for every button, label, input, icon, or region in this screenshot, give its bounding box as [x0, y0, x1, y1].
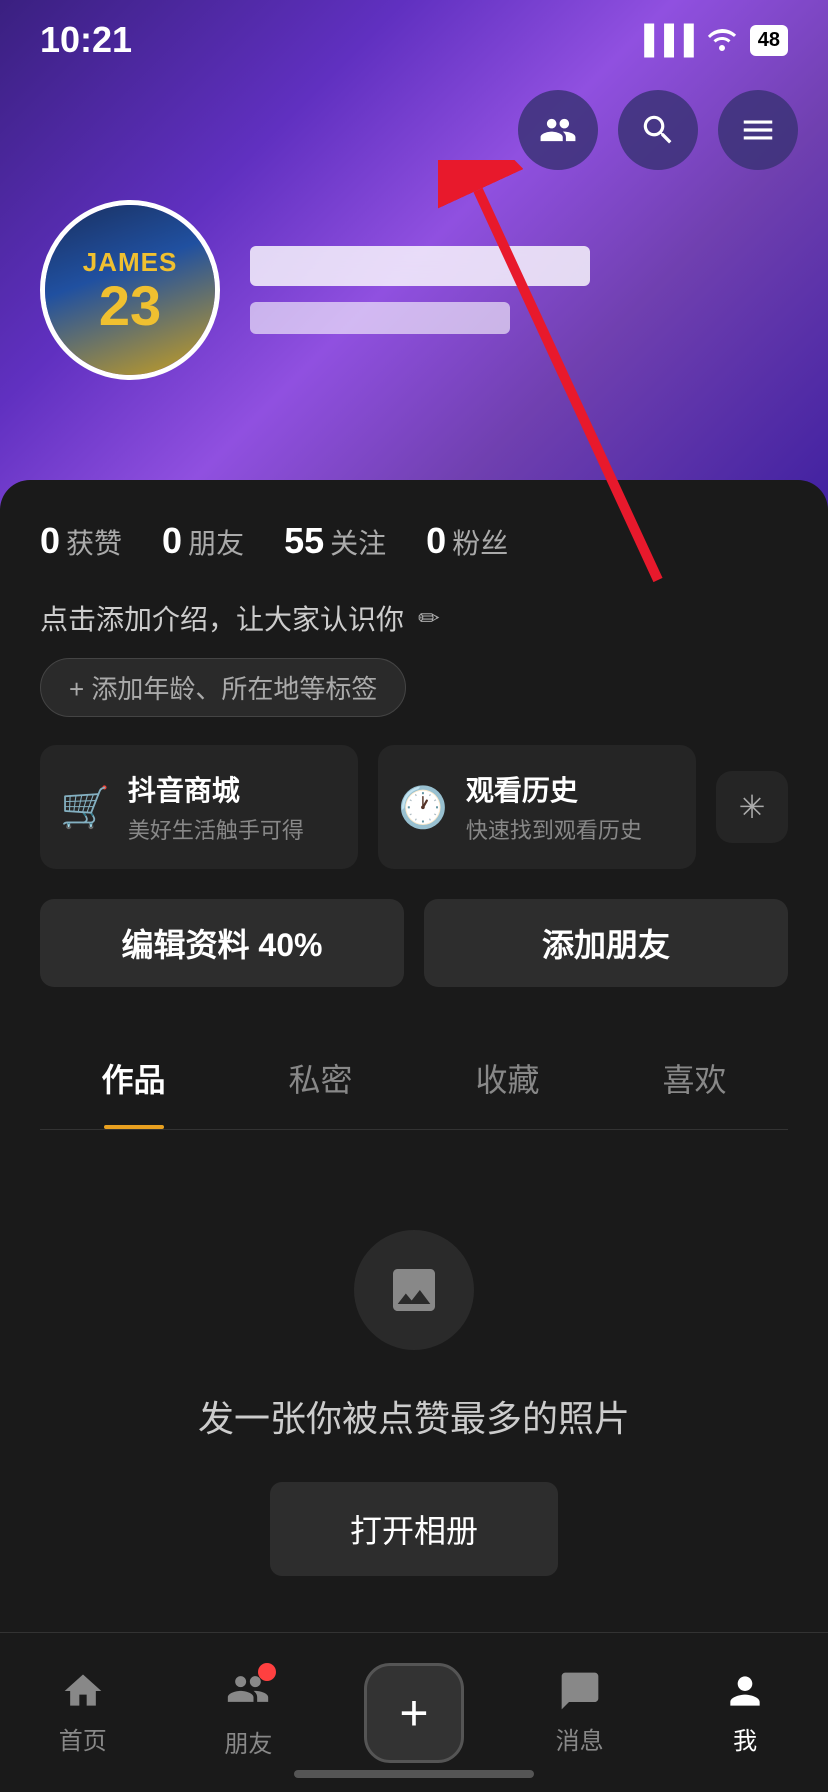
menu-button[interactable] [718, 90, 798, 170]
tab-private-label: 私密 [288, 1062, 352, 1098]
search-button[interactable] [618, 90, 698, 170]
avatar-image: JAMES 23 [45, 205, 215, 375]
clock-icon: 🕐 [398, 784, 448, 831]
stat-following[interactable]: 55 关注 [284, 520, 386, 562]
asterisk-icon: ✳ [739, 788, 766, 826]
bottom-nav: 首页 朋友 + 消息 我 [0, 1632, 828, 1792]
add-tag-button[interactable]: + 添加年龄、所在地等标签 [40, 658, 406, 717]
nav-home-label: 首页 [59, 1721, 107, 1756]
more-features-button[interactable]: ✳ [716, 771, 788, 843]
stat-likes: 0 获赞 [40, 520, 122, 562]
edit-icon: ✏ [418, 603, 440, 634]
history-subtitle: 快速找到观看历史 [466, 813, 642, 845]
friends-button[interactable] [518, 90, 598, 170]
stat-friends: 0 朋友 [162, 520, 244, 562]
add-friend-button[interactable]: 添加朋友 [424, 899, 788, 987]
nav-me[interactable]: 我 [662, 1669, 828, 1756]
photo-icon [386, 1262, 442, 1318]
nav-me-label: 我 [733, 1721, 757, 1756]
shop-title: 抖音商城 [128, 769, 304, 809]
likes-label: 获赞 [66, 522, 122, 562]
stat-followers[interactable]: 0 粉丝 [426, 520, 508, 562]
signal-icon: ▐▐▐ [634, 24, 694, 56]
main-card: 0 获赞 0 朋友 55 关注 0 粉丝 点击添加介绍，让大家认识你 ✏ + 添… [0, 480, 828, 1636]
open-album-label: 打开相册 [350, 1513, 478, 1549]
tab-likes-label: 喜欢 [662, 1062, 726, 1098]
following-label: 关注 [330, 522, 386, 562]
profile-nav-icon [723, 1669, 767, 1713]
following-count: 55 [284, 520, 324, 562]
bio-placeholder: 点击添加介绍，让大家认识你 [40, 598, 404, 638]
status-bar: 10:21 ▐▐▐ 48 [0, 0, 828, 80]
status-icons: ▐▐▐ 48 [634, 23, 788, 58]
history-feature-texts: 观看历史 快速找到观看历史 [466, 769, 642, 845]
nav-messages[interactable]: 消息 [497, 1669, 663, 1756]
jersey-number: 23 [99, 278, 161, 334]
tab-collections[interactable]: 收藏 [414, 1027, 601, 1129]
friends-icon [539, 111, 577, 149]
battery-icon: 48 [750, 25, 788, 56]
home-indicator [294, 1770, 534, 1778]
shop-feature-texts: 抖音商城 美好生活触手可得 [128, 769, 304, 845]
nav-post[interactable]: + [331, 1663, 497, 1763]
open-album-button[interactable]: 打开相册 [270, 1482, 558, 1576]
plus-icon: + [399, 1684, 428, 1742]
empty-title: 发一张你被点赞最多的照片 [198, 1390, 630, 1442]
friends-count: 0 [162, 520, 182, 562]
empty-icon-wrapper [354, 1230, 474, 1350]
feature-row: 🛒 抖音商城 美好生活触手可得 🕐 观看历史 快速找到观看历史 ✳ [40, 745, 788, 869]
shop-subtitle: 美好生活触手可得 [128, 813, 304, 845]
bio-section: 点击添加介绍，让大家认识你 ✏ + 添加年龄、所在地等标签 [40, 598, 788, 717]
avatar[interactable]: JAMES 23 [40, 200, 220, 380]
action-row: 编辑资料 40% 添加朋友 [40, 899, 788, 987]
profile-info [250, 246, 788, 334]
followers-label: 粉丝 [452, 522, 508, 562]
nav-friends[interactable]: 朋友 [166, 1667, 332, 1759]
nav-friends-label: 朋友 [224, 1724, 272, 1759]
add-friend-label: 添加朋友 [542, 920, 670, 966]
tab-works-label: 作品 [101, 1062, 165, 1098]
friends-notification-dot [258, 1663, 276, 1681]
wifi-icon [706, 23, 738, 58]
tab-collections-label: 收藏 [475, 1062, 539, 1098]
friends-label: 朋友 [188, 522, 244, 562]
post-button[interactable]: + [364, 1663, 464, 1763]
jersey-name: JAMES [83, 247, 178, 278]
bio-add-text[interactable]: 点击添加介绍，让大家认识你 ✏ [40, 598, 788, 638]
cart-icon: 🛒 [60, 784, 110, 831]
add-tag-label: + 添加年龄、所在地等标签 [69, 669, 377, 706]
nav-messages-label: 消息 [556, 1721, 604, 1756]
shop-feature-card[interactable]: 🛒 抖音商城 美好生活触手可得 [40, 745, 358, 869]
edit-profile-label: 编辑资料 40% [122, 920, 323, 966]
messages-nav-icon [558, 1669, 602, 1713]
tab-private[interactable]: 私密 [227, 1027, 414, 1129]
nav-home[interactable]: 首页 [0, 1669, 166, 1756]
top-action-icons [518, 90, 798, 170]
profile-section: JAMES 23 [0, 200, 828, 380]
home-nav-icon [61, 1669, 105, 1713]
history-feature-card[interactable]: 🕐 观看历史 快速找到观看历史 [378, 745, 696, 869]
tabs-row: 作品 私密 收藏 喜欢 [40, 1027, 788, 1130]
stats-row: 0 获赞 0 朋友 55 关注 0 粉丝 [40, 520, 788, 562]
tab-works[interactable]: 作品 [40, 1027, 227, 1129]
history-title: 观看历史 [466, 769, 642, 809]
status-time: 10:21 [40, 19, 132, 61]
tab-likes[interactable]: 喜欢 [601, 1027, 788, 1129]
userid-blurred [250, 302, 510, 334]
empty-state: 发一张你被点赞最多的照片 打开相册 [40, 1130, 788, 1636]
search-icon [639, 111, 677, 149]
hamburger-icon [739, 111, 777, 149]
edit-profile-button[interactable]: 编辑资料 40% [40, 899, 404, 987]
followers-count: 0 [426, 520, 446, 562]
username-blurred [250, 246, 590, 286]
likes-count: 0 [40, 520, 60, 562]
